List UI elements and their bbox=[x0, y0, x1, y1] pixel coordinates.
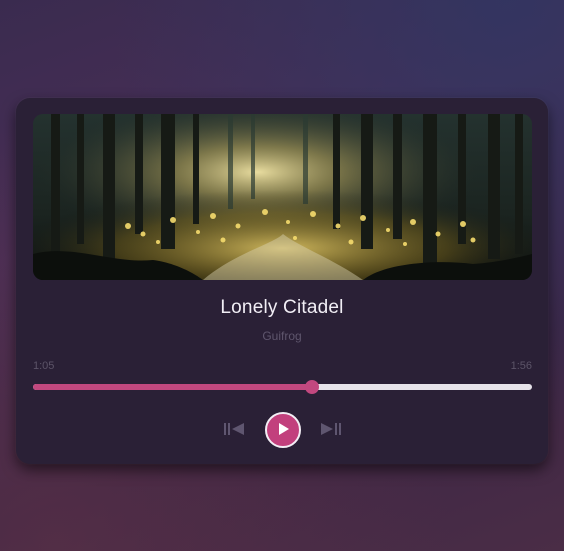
progress-slider[interactable] bbox=[33, 380, 532, 394]
skip-previous-icon bbox=[223, 422, 247, 439]
album-artwork bbox=[33, 114, 532, 280]
previous-track-button[interactable] bbox=[221, 412, 249, 448]
play-button[interactable] bbox=[265, 412, 301, 448]
next-track-button[interactable] bbox=[316, 412, 344, 448]
current-time: 1:05 bbox=[33, 360, 55, 372]
progress-thumb[interactable] bbox=[305, 380, 320, 394]
track-title: Lonely Citadel bbox=[220, 297, 344, 318]
playback-controls bbox=[16, 412, 548, 448]
forest-artwork-image bbox=[33, 114, 532, 280]
progress-fill bbox=[33, 384, 313, 390]
play-icon bbox=[276, 422, 290, 439]
skip-next-icon bbox=[318, 422, 342, 439]
track-artist: Guifrog bbox=[262, 329, 302, 343]
music-player-card: Lonely Citadel Guifrog 1:05 1:56 bbox=[16, 98, 548, 464]
track-duration: 1:56 bbox=[510, 360, 532, 372]
